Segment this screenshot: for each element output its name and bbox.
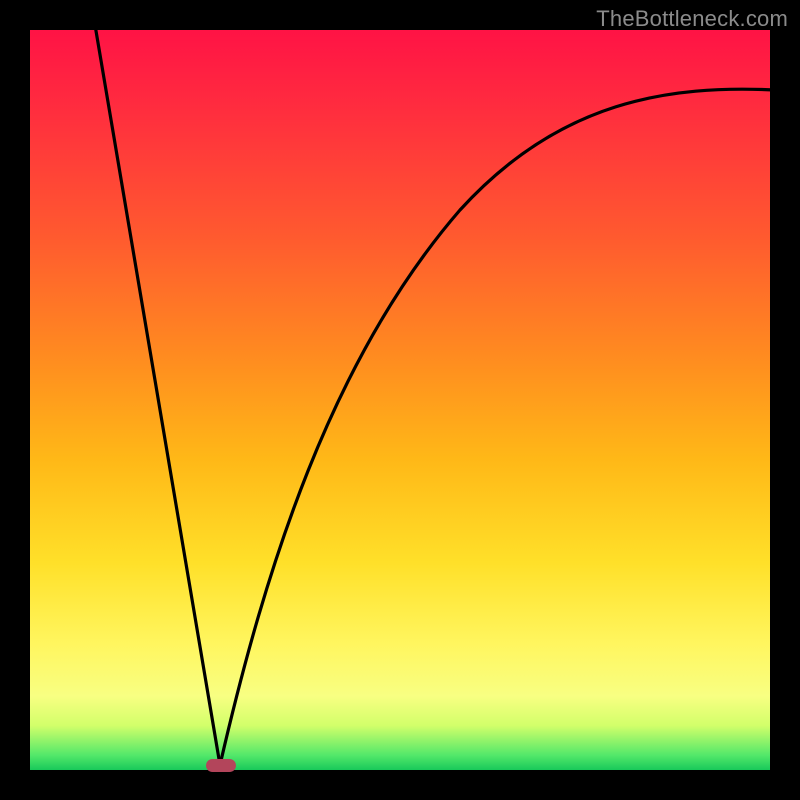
bottleneck-curve: [30, 30, 770, 770]
chart-frame: TheBottleneck.com: [0, 0, 800, 800]
curve-left-branch: [95, 25, 220, 765]
trough-marker: [206, 759, 236, 772]
plot-area: [30, 30, 770, 770]
curve-right-branch: [220, 89, 775, 765]
watermark-text: TheBottleneck.com: [596, 6, 788, 32]
